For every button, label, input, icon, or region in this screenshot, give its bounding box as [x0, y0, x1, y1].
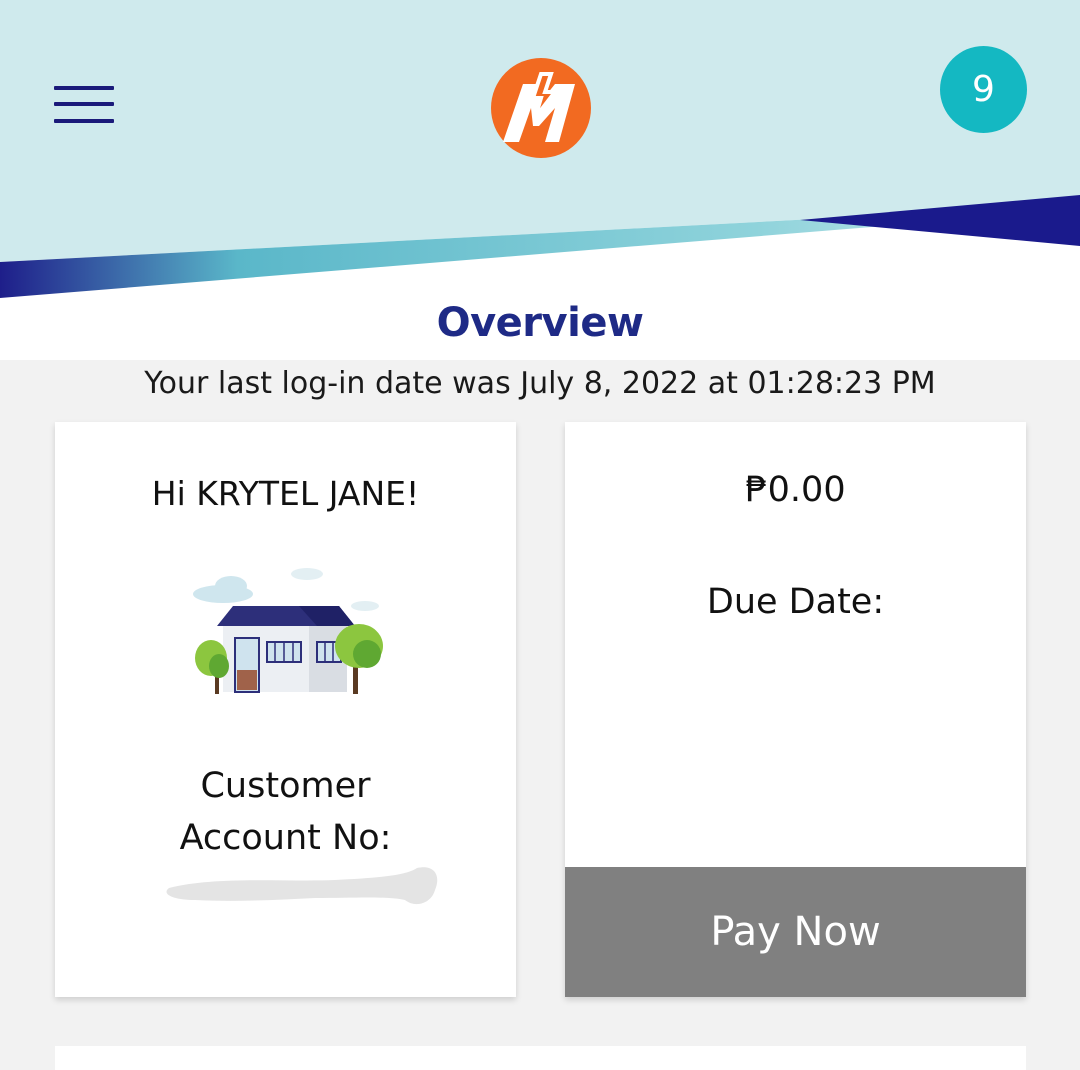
menu-line: [54, 102, 114, 106]
account-number-label: Customer Account No:: [55, 760, 516, 864]
menu-icon[interactable]: [54, 82, 116, 130]
meralco-logo[interactable]: [489, 56, 593, 160]
due-date-label: Due Date:: [706, 582, 885, 622]
last-login-text: Your last log-in date was July 8, 2022 a…: [144, 366, 936, 401]
house-illustration: [193, 568, 383, 694]
bill-card: ₱0.00 Due Date: Pay Now: [565, 422, 1026, 997]
menu-line: [54, 119, 114, 123]
pay-now-button[interactable]: Pay Now: [565, 867, 1026, 997]
account-number-redacted: [166, 867, 438, 905]
page-title: Overview: [436, 300, 644, 346]
notification-badge[interactable]: 9: [940, 46, 1027, 133]
greeting-text: Hi KRYTEL JANE!: [151, 474, 420, 513]
amount-due: ₱0.00: [745, 470, 846, 510]
menu-line: [54, 86, 114, 90]
account-card: Hi KRYTEL JANE! Customer Account No:: [55, 422, 516, 997]
account-label-line1: Customer: [200, 766, 371, 806]
next-card: [55, 1046, 1026, 1070]
